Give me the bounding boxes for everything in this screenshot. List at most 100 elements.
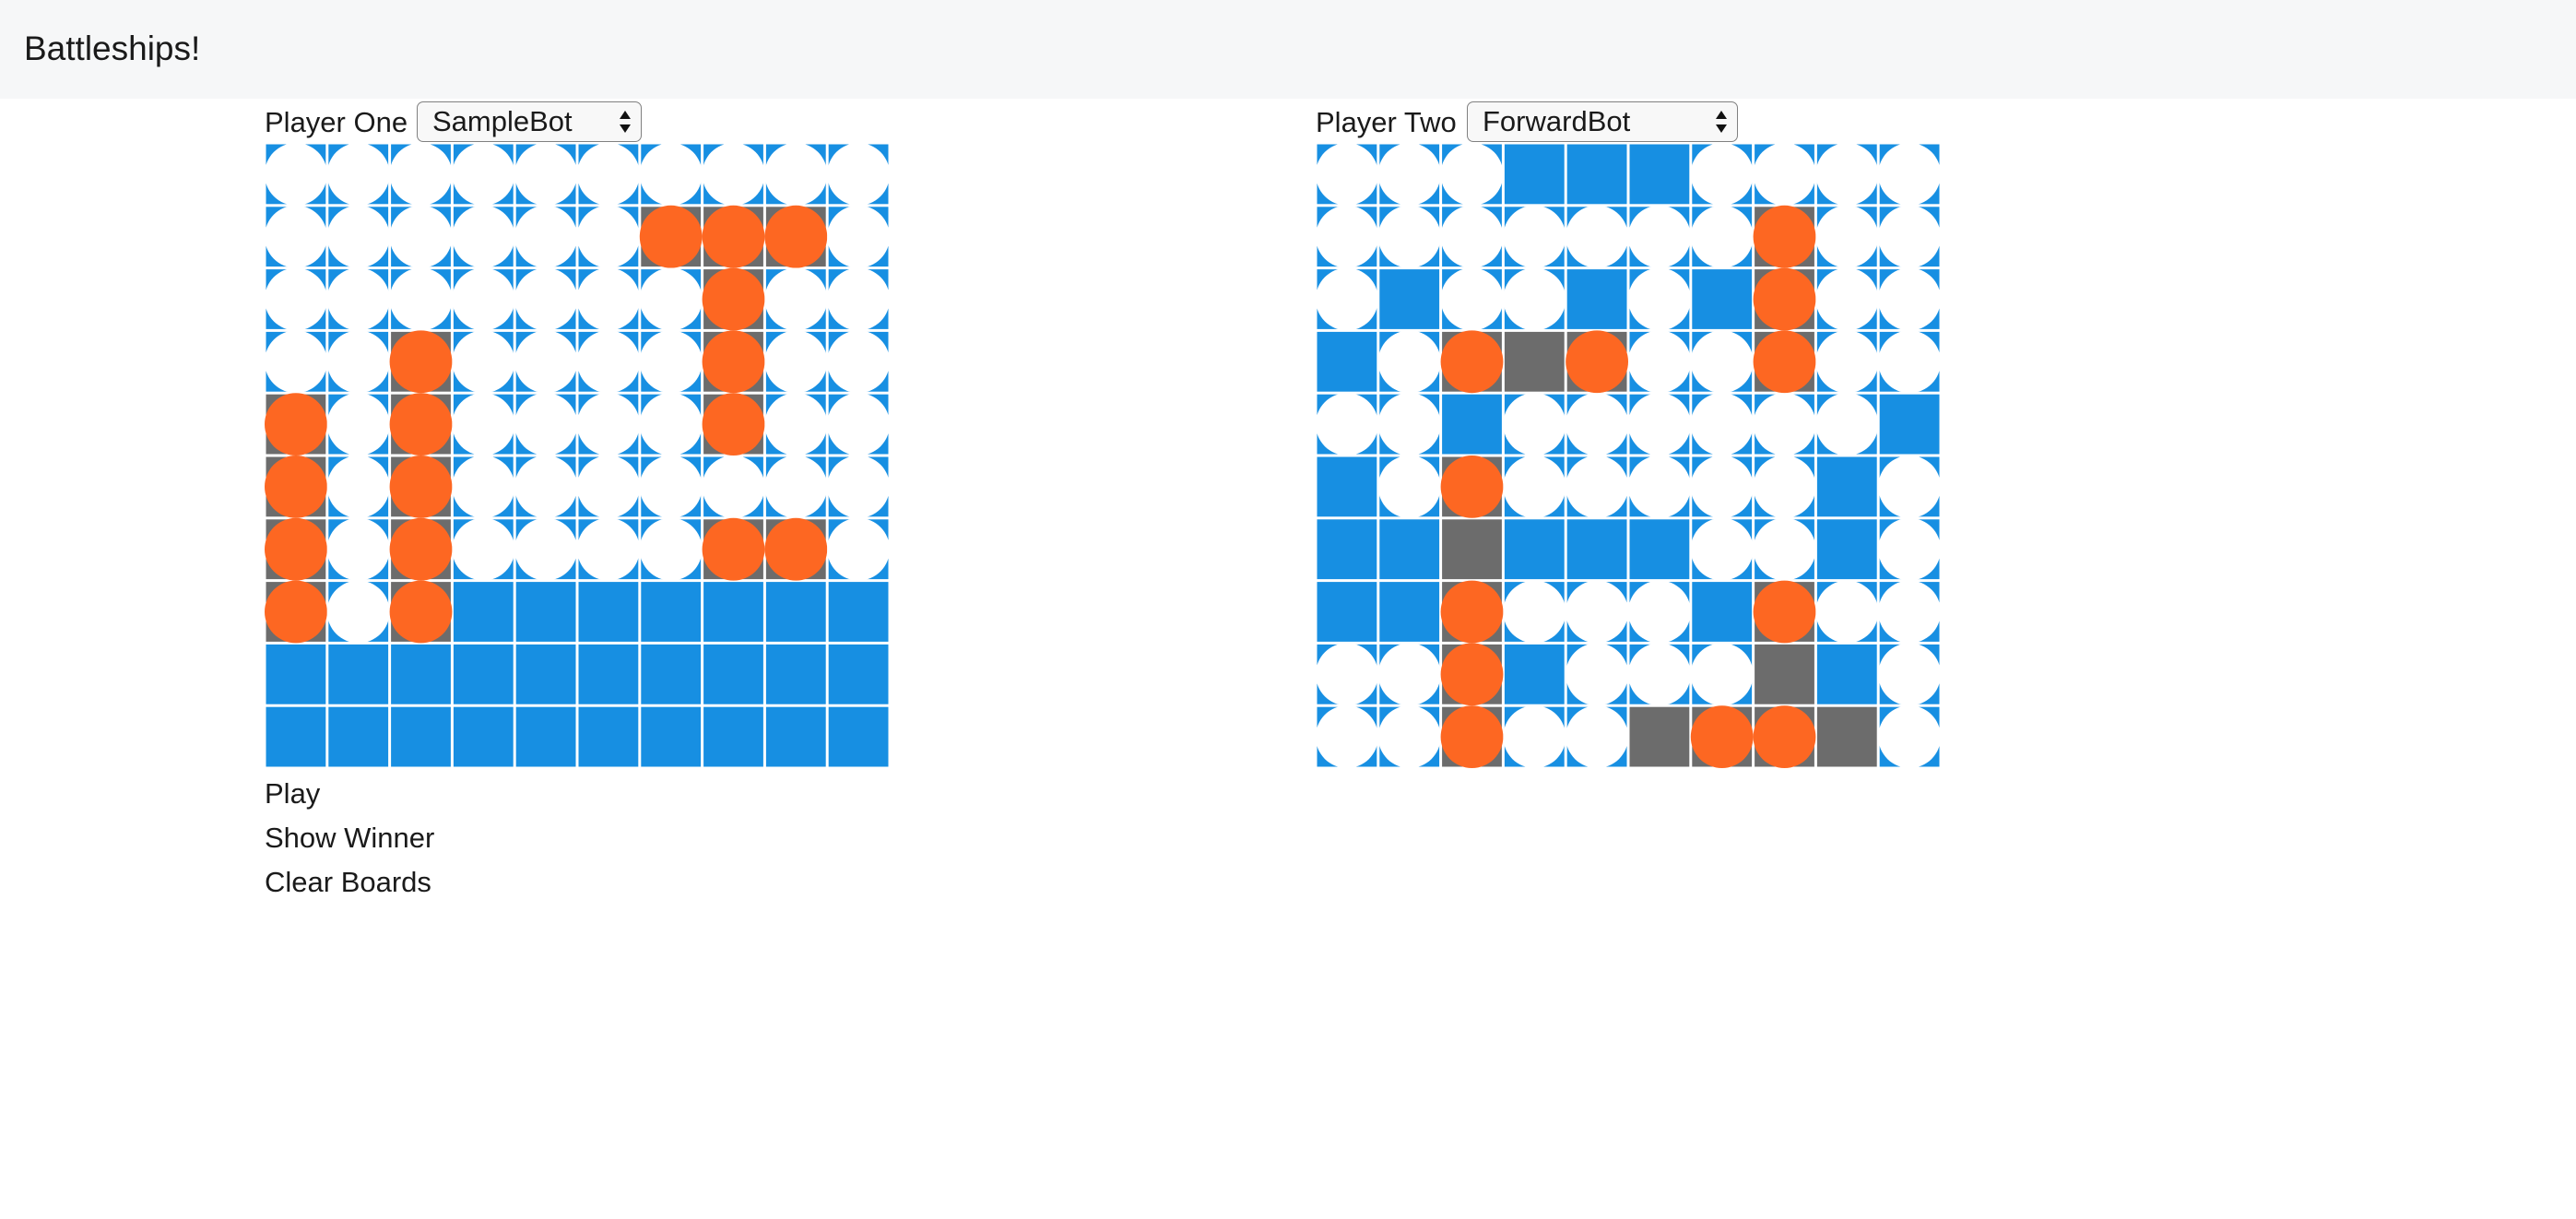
- board-cell[interactable]: [1503, 456, 1566, 518]
- board-cell[interactable]: [1504, 644, 1565, 704]
- board-cell[interactable]: [827, 393, 890, 456]
- board-cell[interactable]: [326, 393, 390, 456]
- board-cell[interactable]: [1815, 393, 1879, 456]
- board-cell[interactable]: [265, 330, 327, 394]
- board-cell[interactable]: [1629, 706, 1690, 767]
- board-cell[interactable]: [1377, 330, 1441, 394]
- board-cell[interactable]: [265, 143, 327, 206]
- board-cell[interactable]: [1377, 143, 1441, 206]
- board-cell[interactable]: [1566, 393, 1628, 456]
- board-cell[interactable]: [765, 582, 826, 642]
- board-cell[interactable]: [1317, 456, 1377, 517]
- board-cell[interactable]: [827, 205, 890, 268]
- board-cell[interactable]: [1317, 519, 1377, 580]
- board-cell[interactable]: [1566, 705, 1628, 768]
- clear-boards-button[interactable]: Clear Boards: [265, 864, 431, 901]
- board-cell[interactable]: [1753, 267, 1816, 331]
- board-cell[interactable]: [265, 205, 327, 268]
- board-cell[interactable]: [1815, 143, 1879, 206]
- board-cell[interactable]: [702, 456, 765, 518]
- board-cell[interactable]: [577, 267, 640, 331]
- board-cell[interactable]: [452, 330, 515, 394]
- board-cell[interactable]: [577, 456, 640, 518]
- board-cell[interactable]: [1504, 331, 1565, 392]
- board-cell[interactable]: [828, 644, 889, 704]
- board-cell[interactable]: [265, 267, 327, 331]
- board-cell[interactable]: [1690, 393, 1754, 456]
- board-cell[interactable]: [515, 706, 576, 767]
- board-cell[interactable]: [389, 267, 453, 331]
- board-cell[interactable]: [1440, 267, 1504, 331]
- board-cell[interactable]: [765, 706, 826, 767]
- board-cell[interactable]: [1629, 144, 1690, 205]
- board-cell[interactable]: [1377, 456, 1441, 518]
- board-cell[interactable]: [515, 644, 576, 704]
- board-cell[interactable]: [1566, 144, 1627, 205]
- board-cell[interactable]: [1503, 705, 1566, 768]
- board-cell[interactable]: [1878, 456, 1941, 518]
- board-cell[interactable]: [1440, 456, 1504, 518]
- board-cell[interactable]: [827, 456, 890, 518]
- board-cell[interactable]: [827, 330, 890, 394]
- board-cell[interactable]: [326, 580, 390, 644]
- board-cell[interactable]: [764, 456, 828, 518]
- board-cell[interactable]: [326, 205, 390, 268]
- board-cell[interactable]: [1628, 205, 1691, 268]
- board-cell[interactable]: [266, 706, 326, 767]
- board-cell[interactable]: [1878, 267, 1941, 331]
- board-cell[interactable]: [452, 267, 515, 331]
- board-cell[interactable]: [1628, 580, 1691, 644]
- board-cell[interactable]: [1878, 205, 1941, 268]
- board-cell[interactable]: [1878, 705, 1941, 768]
- board-cell[interactable]: [639, 143, 703, 206]
- board-cell[interactable]: [453, 582, 514, 642]
- board-cell[interactable]: [828, 582, 889, 642]
- board-cell[interactable]: [703, 706, 763, 767]
- board-cell[interactable]: [1316, 267, 1378, 331]
- board-cell[interactable]: [391, 644, 451, 704]
- board-cell[interactable]: [702, 205, 765, 268]
- board-cell[interactable]: [641, 706, 702, 767]
- board-cell[interactable]: [1815, 330, 1879, 394]
- player-two-board[interactable]: [1316, 143, 1941, 768]
- board-cell[interactable]: [1753, 517, 1816, 581]
- board-cell[interactable]: [1753, 330, 1816, 394]
- board-cell[interactable]: [452, 393, 515, 456]
- board-cell[interactable]: [1379, 269, 1440, 329]
- board-cell[interactable]: [1377, 205, 1441, 268]
- board-cell[interactable]: [1816, 706, 1877, 767]
- board-cell[interactable]: [703, 644, 763, 704]
- board-cell[interactable]: [702, 330, 765, 394]
- board-cell[interactable]: [1690, 456, 1754, 518]
- player-two-bot-select[interactable]: ForwardBot: [1467, 101, 1738, 142]
- board-cell[interactable]: [764, 143, 828, 206]
- board-cell[interactable]: [1317, 582, 1377, 642]
- board-cell[interactable]: [702, 143, 765, 206]
- board-cell[interactable]: [1566, 643, 1628, 706]
- board-cell[interactable]: [265, 580, 327, 644]
- board-cell[interactable]: [514, 456, 577, 518]
- board-cell[interactable]: [391, 706, 451, 767]
- board-cell[interactable]: [265, 393, 327, 456]
- board-cell[interactable]: [1504, 144, 1565, 205]
- board-cell[interactable]: [827, 267, 890, 331]
- board-cell[interactable]: [1440, 580, 1504, 644]
- board-cell[interactable]: [452, 517, 515, 581]
- board-cell[interactable]: [1442, 394, 1502, 455]
- board-cell[interactable]: [1316, 643, 1378, 706]
- board-cell[interactable]: [452, 205, 515, 268]
- board-cell[interactable]: [1503, 267, 1566, 331]
- board-cell[interactable]: [1440, 143, 1504, 206]
- board-cell[interactable]: [453, 706, 514, 767]
- board-cell[interactable]: [641, 644, 702, 704]
- board-cell[interactable]: [1815, 580, 1879, 644]
- board-cell[interactable]: [1316, 143, 1378, 206]
- board-cell[interactable]: [328, 644, 389, 704]
- board-cell[interactable]: [702, 517, 765, 581]
- player-one-board[interactable]: [265, 143, 890, 768]
- board-cell[interactable]: [764, 393, 828, 456]
- board-cell[interactable]: [1628, 267, 1691, 331]
- board-cell[interactable]: [1566, 519, 1627, 580]
- board-cell[interactable]: [1878, 330, 1941, 394]
- board-cell[interactable]: [1690, 205, 1754, 268]
